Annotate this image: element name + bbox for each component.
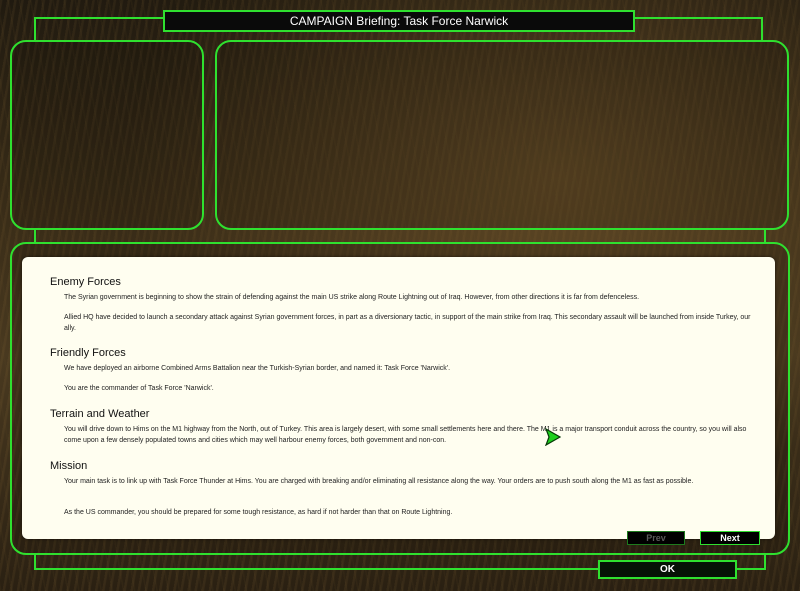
- briefing-text-panel: Enemy Forces The Syrian government is be…: [22, 257, 775, 539]
- paragraph: Allied HQ have decided to launch a secon…: [64, 314, 751, 332]
- paragraph: Your main task is to link up with Task F…: [64, 478, 694, 485]
- section-heading-mission: Mission: [50, 460, 88, 472]
- paragraph: The Syrian government is beginning to sh…: [64, 294, 640, 301]
- next-button[interactable]: Next: [700, 531, 760, 545]
- page-title: CAMPAIGN Briefing: Task Force Narwick: [163, 10, 635, 32]
- paragraph: You will drive down to Hims on the M1 hi…: [64, 426, 747, 444]
- section-heading-terrain-weather: Terrain and Weather: [50, 408, 150, 420]
- prev-button[interactable]: Prev: [627, 531, 685, 545]
- image-panel-right: [215, 40, 789, 230]
- paragraph: We have deployed an airborne Combined Ar…: [64, 365, 451, 372]
- section-heading-friendly-forces: Friendly Forces: [50, 347, 126, 359]
- section-heading-enemy-forces: Enemy Forces: [50, 276, 121, 288]
- paragraph: You are the commander of Task Force 'Nar…: [64, 385, 214, 392]
- ok-button[interactable]: OK: [598, 560, 737, 579]
- briefing-screen: CAMPAIGN Briefing: Task Force Narwick En…: [0, 0, 800, 591]
- image-panel-left: [10, 40, 204, 230]
- arrow-cursor-icon: [545, 428, 561, 446]
- paragraph: As the US commander, you should be prepa…: [64, 509, 453, 516]
